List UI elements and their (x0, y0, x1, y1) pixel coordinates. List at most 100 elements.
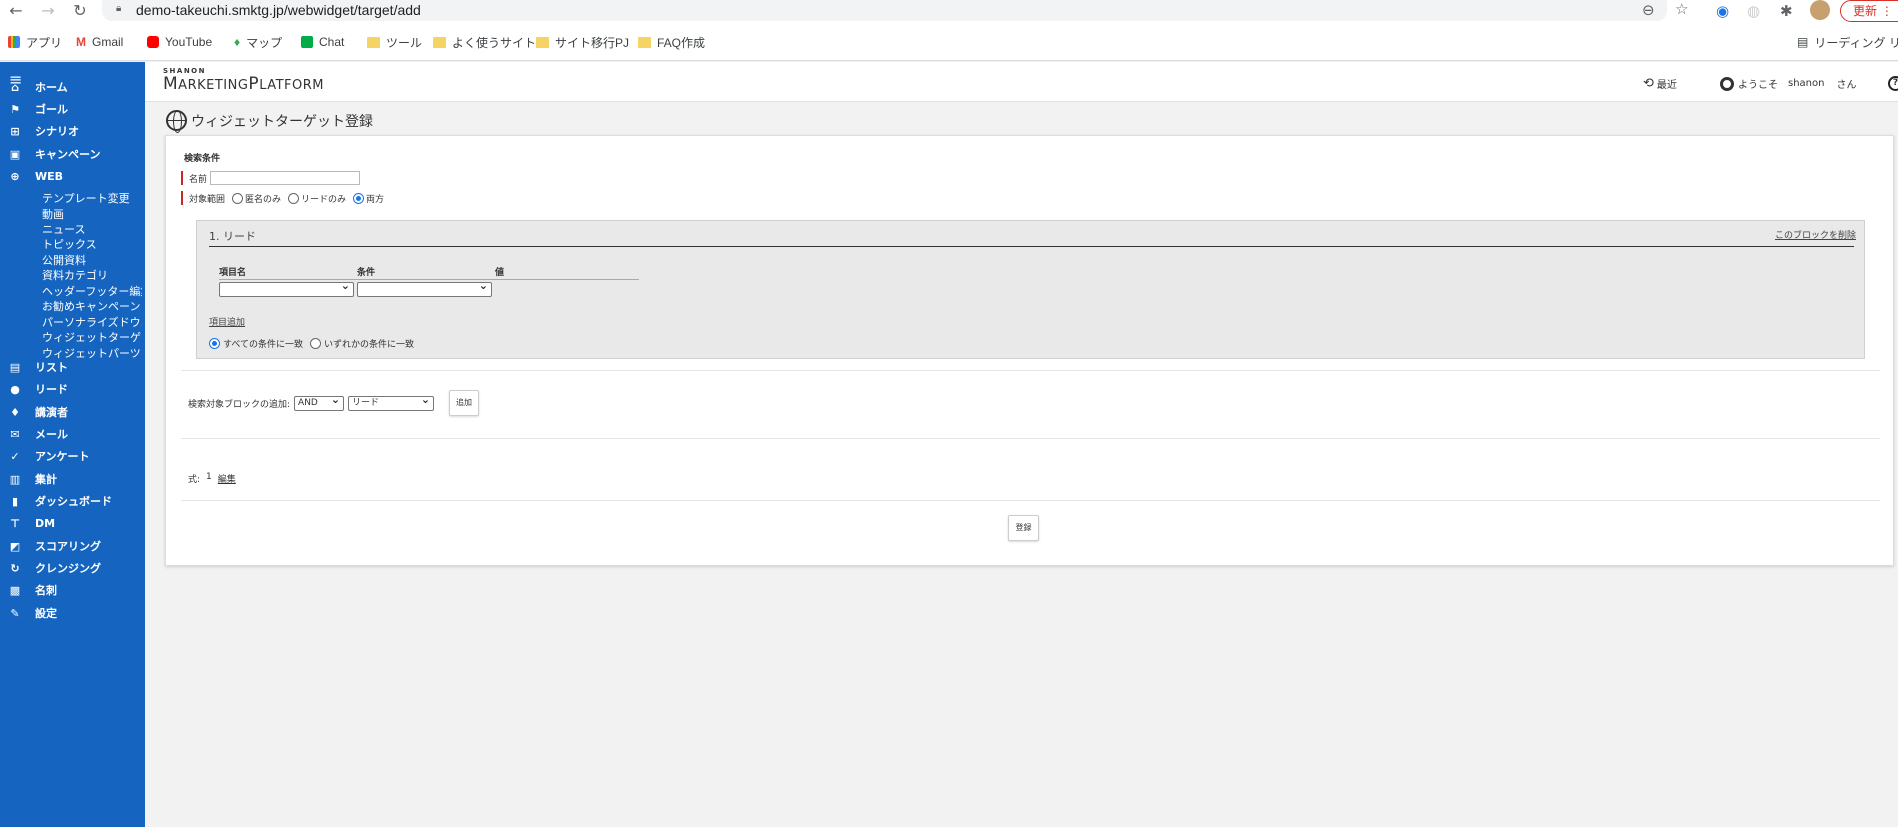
register-button[interactable]: 登録 (1008, 515, 1039, 541)
puzzle-icon[interactable]: ✱ (1780, 2, 1793, 20)
bookmark-faq[interactable]: FAQ作成 (638, 33, 705, 51)
bookmark-youtube[interactable]: YouTube (147, 33, 212, 51)
bookmarks-bar: アプリ M Gmail YouTube ♦ マップ Chat ツール よく使うサイト… (0, 30, 1898, 54)
sidebar-sub-recommend[interactable]: お勧めキャンペーン (42, 298, 142, 314)
youtube-icon (147, 36, 159, 48)
sidebar-sub-header-footer[interactable]: ヘッダーフッター編集 (42, 283, 142, 299)
bookmark-migration[interactable]: サイト移行PJ (536, 33, 629, 51)
bookmark-gmail[interactable]: M Gmail (76, 33, 123, 51)
sidebar-sub-news[interactable]: ニュース (42, 221, 142, 237)
delete-block-link[interactable]: このブロックを削除 (1775, 228, 1856, 241)
column-value: 値 (495, 268, 505, 278)
zoom-icon[interactable]: ⊖ (1642, 1, 1655, 19)
sidebar-sub-topics[interactable]: トピックス (42, 236, 142, 252)
column-condition: 条件 (357, 268, 376, 278)
cleansing-icon: ↻ (10, 561, 20, 575)
sidebar-sub-documents[interactable]: 公開資料 (42, 252, 142, 268)
formula-row: 式: 1 編集 (188, 472, 236, 485)
sidebar-item-mail[interactable]: ✉ メール (0, 423, 145, 445)
bookmark-tools[interactable]: ツール (367, 33, 422, 51)
profile-avatar-icon[interactable] (1810, 0, 1830, 20)
scope-label: 対象範囲 (189, 194, 226, 205)
sidebar-item-dashboard[interactable]: ▮ ダッシュボード (0, 490, 145, 512)
logo[interactable]: MARKETINGPLATFORM (163, 74, 324, 94)
page-title-row: ウィジェットターゲット登録 (166, 110, 373, 133)
sidebar-item-home[interactable]: ⌂ ホーム (0, 76, 145, 98)
bookmark-label: YouTube (165, 35, 213, 49)
sidebar-item-scenario[interactable]: ⊞ シナリオ (0, 120, 145, 142)
update-label: 更新 (1853, 4, 1878, 18)
url-text[interactable]: demo-takeuchi.smktg.jp/webwidget/target/… (136, 2, 421, 18)
name-input[interactable] (210, 171, 361, 185)
folder-icon (367, 36, 380, 48)
reading-list[interactable]: ▤ リーディング リスト (1797, 33, 1898, 51)
search-conditions-label: 検索条件 (184, 154, 221, 164)
update-button[interactable]: 更新 ⋮ (1840, 0, 1898, 22)
sidebar-item-scoring[interactable]: ◩ スコアリング (0, 535, 145, 557)
sidebar-item-label: WEB (35, 169, 64, 183)
bar-chart-icon: ▮ (11, 494, 19, 508)
sidebar-item-dm[interactable]: ⊤ DM (0, 512, 145, 534)
add-block-button[interactable]: 追加 (449, 390, 479, 416)
extension2-icon[interactable]: ◍ (1747, 2, 1760, 20)
sidebar-item-card[interactable]: ▩ 名刺 (0, 579, 145, 601)
sidebar-item-survey[interactable]: ✓ アンケート (0, 445, 145, 467)
formula-edit-link[interactable]: 編集 (218, 472, 236, 485)
sidebar-item-web[interactable]: ⊕ WEB (0, 165, 145, 187)
sidebar-sub-doc-category[interactable]: 資料カテゴリ (42, 267, 142, 283)
scope-option-anonymous[interactable]: 匿名のみ (232, 192, 281, 205)
bookmark-apps[interactable]: アプリ (8, 33, 62, 51)
item-name-select[interactable] (219, 279, 354, 297)
sidebar-item-label: リード (35, 383, 68, 396)
sidebar-item-label: ホーム (35, 81, 68, 94)
back-icon[interactable]: ← (6, 1, 26, 21)
reload-icon[interactable]: ↻ (70, 1, 90, 21)
star-icon[interactable]: ☆ (1675, 0, 1688, 18)
forward-icon[interactable]: → (38, 1, 58, 21)
scope-option-lead[interactable]: リードのみ (288, 192, 346, 205)
sidebar-sub-personalized[interactable]: パーソナライズドウ… (42, 314, 142, 330)
sidebar-item-goal[interactable]: ⚑ ゴール (0, 98, 145, 120)
sidebar-item-cleansing[interactable]: ↻ クレンジング (0, 557, 145, 579)
reading-list-label: リーディング リスト (1814, 35, 1898, 50)
sidebar-item-label: メール (35, 428, 68, 441)
block-type-select[interactable]: リード (348, 393, 435, 411)
column-divider (219, 279, 639, 280)
condition-select[interactable] (357, 279, 492, 297)
sidebar-item-tally[interactable]: ▥ 集計 (0, 468, 145, 490)
recent-button[interactable]: ⟲ 最近 (1643, 76, 1677, 91)
address-bar[interactable]: 🔒︎ demo-takeuchi.smktg.jp/webwidget/targ… (102, 0, 1688, 21)
wrench-icon: ✎ (10, 606, 20, 620)
sidebar-item-label: 集計 (35, 473, 57, 486)
scope-option-both[interactable]: 両方 (353, 192, 384, 205)
radio-selected-icon[interactable] (353, 192, 365, 204)
bookmark-frequent[interactable]: よく使うサイト (433, 33, 536, 51)
radio-selected-icon[interactable] (209, 338, 220, 349)
match-any-label: いずれかの条件に一致 (324, 340, 415, 350)
sidebar-sub-template[interactable]: テンプレート変更 (42, 190, 142, 206)
bookmark-label: ツール (386, 35, 423, 50)
sidebar-item-campaign[interactable]: ▣ キャンペーン (0, 143, 145, 165)
sidebar-item-list[interactable]: ▤ リスト (0, 356, 145, 378)
sidebar-item-lead[interactable]: ● リード (0, 378, 145, 400)
extension-icon[interactable]: ◉ (1716, 2, 1729, 20)
scope-row: 対象範囲 匿名のみ リードのみ 両方 (181, 191, 388, 205)
radio-icon[interactable] (310, 338, 322, 349)
help-icon[interactable]: ? (1888, 76, 1898, 91)
app-header: SHANON MARKETINGPLATFORM ⟲ 最近 ようこそ shanon さ… (145, 62, 1898, 102)
sidebar-sub-video[interactable]: 動画 (42, 206, 142, 222)
add-block-row: 検索対象ブロックの追加: AND リード (188, 393, 435, 411)
lock-icon: 🔒︎ (116, 3, 122, 14)
bookmark-chat[interactable]: Chat (301, 33, 344, 51)
operator-select[interactable]: AND (294, 393, 345, 411)
sidebar-sub-widget-target[interactable]: ウィジェットターゲ… (42, 329, 142, 345)
radio-icon[interactable] (288, 192, 300, 204)
radio-icon[interactable] (232, 192, 244, 204)
sidebar-item-speaker[interactable]: ♦ 講演者 (0, 401, 145, 423)
sidebar-item-label: DM (35, 516, 56, 530)
user-menu[interactable]: ようこそ shanon さん (1720, 76, 1856, 91)
folder-icon (536, 36, 549, 48)
sidebar-item-settings[interactable]: ✎ 設定 (0, 602, 145, 624)
bookmark-maps[interactable]: ♦ マップ (234, 33, 282, 51)
add-item-link[interactable]: 項目追加 (209, 315, 245, 328)
